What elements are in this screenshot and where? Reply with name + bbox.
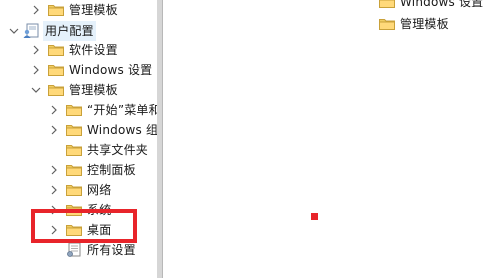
- tree-item-label: 软件设置: [69, 43, 118, 57]
- folder-icon: [48, 64, 64, 76]
- chevron-right-icon[interactable]: [48, 100, 60, 120]
- chevron-right-icon[interactable]: [48, 160, 60, 180]
- user-config-icon: [22, 23, 40, 39]
- settings-doc-icon: [66, 242, 82, 258]
- chevron-right-icon[interactable]: [30, 0, 42, 20]
- tree-item-label: 控制面板: [87, 163, 136, 177]
- detail-item-windows-settings[interactable]: Windows 设置: [379, 0, 483, 11]
- folder-icon: [66, 184, 82, 196]
- tree-item-software-settings[interactable]: 软件设置: [30, 40, 118, 60]
- tree-item-network[interactable]: 网络: [48, 180, 111, 200]
- detail-pane: Windows 设置 管理模板: [163, 0, 488, 278]
- tree-item-windows-components[interactable]: Windows 组: [48, 120, 157, 140]
- tree-item-shared-folders[interactable]: 共享文件夹: [48, 140, 148, 160]
- tree-item-label: 管理模板: [69, 83, 118, 97]
- folder-icon: [66, 124, 82, 136]
- folder-icon: [379, 18, 395, 30]
- chevron-right-icon[interactable]: [48, 180, 60, 200]
- folder-icon: [66, 164, 82, 176]
- tree-item-start-menu[interactable]: “开始”菜单和: [48, 100, 157, 120]
- tree-item-admin-templates-computer[interactable]: 管理模板: [30, 0, 118, 20]
- tree-item-label: 网络: [87, 183, 112, 197]
- chevron-right-icon[interactable]: [30, 60, 42, 80]
- tree-item-label: Windows 设置: [69, 63, 153, 77]
- tree-item-admin-templates[interactable]: 管理模板: [30, 80, 118, 100]
- chevron-down-icon[interactable]: [30, 80, 42, 100]
- detail-item-label: Windows 设置: [400, 0, 484, 9]
- tree-item-label: 用户配置: [43, 21, 96, 41]
- tree-item-label: 共享文件夹: [87, 143, 149, 157]
- folder-icon: [66, 104, 82, 116]
- chevron-down-icon[interactable]: [8, 21, 20, 41]
- folder-icon: [48, 4, 64, 16]
- folder-icon: [48, 84, 64, 96]
- detail-item-label: 管理模板: [400, 17, 449, 31]
- tree-item-label: 所有设置: [87, 243, 136, 257]
- folder-icon: [48, 44, 64, 56]
- folder-icon: [379, 0, 395, 8]
- tree-item-user-config[interactable]: 用户配置: [8, 21, 96, 41]
- chevron-right-icon[interactable]: [30, 40, 42, 60]
- red-marker: [311, 213, 318, 220]
- tree-item-label: Windows 组: [87, 123, 157, 137]
- tree-item-all-settings[interactable]: 所有设置: [48, 240, 136, 260]
- chevron-right-icon[interactable]: [48, 120, 60, 140]
- tree-item-control-panel[interactable]: 控制面板: [48, 160, 136, 180]
- highlight-box: [31, 209, 137, 243]
- tree-item-label: 管理模板: [69, 3, 118, 17]
- tree-item-windows-settings[interactable]: Windows 设置: [30, 60, 152, 80]
- detail-item-admin-templates[interactable]: 管理模板: [379, 15, 449, 33]
- folder-icon: [66, 144, 82, 156]
- tree-item-label: “开始”菜单和: [87, 103, 157, 117]
